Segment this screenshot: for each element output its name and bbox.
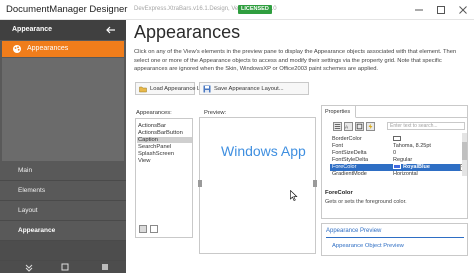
list-item[interactable]: View	[138, 158, 150, 164]
page-description: Click on any of the View's elements in t…	[134, 49, 457, 72]
property-row-selected[interactable]: ForeColor RoyalBlue	[330, 164, 467, 171]
property-name: ForeColor	[332, 164, 357, 170]
maximize-icon[interactable]	[434, 3, 448, 17]
select-all-icon[interactable]	[139, 225, 147, 233]
preview-right-handle	[313, 180, 317, 187]
save-layout-label: Save Appearance Layout...	[214, 86, 284, 92]
list-item[interactable]: SplashScreen	[138, 151, 174, 157]
minimize-icon[interactable]	[412, 3, 426, 17]
svg-text:A: A	[345, 124, 349, 129]
page-title: Appearances	[134, 22, 241, 42]
preview-left-handle	[198, 180, 202, 187]
appearance-preview-divider	[326, 237, 464, 238]
appearances-list-label: Appearances:	[136, 110, 172, 116]
categorized-icon[interactable]	[333, 122, 342, 131]
list-item[interactable]: ActionsBarButton	[138, 130, 183, 136]
nav-spacer	[0, 241, 126, 261]
save-layout-button[interactable]: Save Appearance Layout...	[199, 82, 309, 95]
back-arrow-icon[interactable]	[104, 23, 118, 37]
tab-divider	[356, 117, 468, 118]
sort-az-icon[interactable]: A	[344, 122, 353, 131]
save-icon	[203, 85, 211, 93]
navigation-option-icon[interactable]	[100, 262, 110, 272]
property-name: GradientMode	[332, 171, 367, 177]
property-row[interactable]: FontStyleDelta Regular	[330, 157, 460, 164]
property-row[interactable]: GradientMode Horizontal	[330, 171, 460, 178]
navigation-panel: Appearance Appearances Main Elements Lay…	[0, 20, 126, 273]
events-icon[interactable]	[366, 122, 375, 131]
tab-properties[interactable]: Properties	[322, 106, 356, 118]
property-value[interactable]: Horizontal	[393, 171, 418, 177]
list-item[interactable]: SearchPanel	[138, 144, 171, 150]
navigation-header: Appearance	[0, 20, 126, 40]
appearance-preview-title: Appearance Preview	[326, 228, 382, 234]
property-value[interactable]: RoyalBlue	[393, 164, 430, 170]
property-value[interactable]: Regular	[393, 157, 412, 163]
close-icon[interactable]	[456, 3, 470, 17]
property-description-title: ForeColor	[325, 190, 353, 196]
nav-section-elements-label: Elements	[18, 187, 46, 194]
property-name: Font	[332, 143, 344, 149]
mouse-cursor-icon	[290, 189, 298, 201]
property-name: FontSizeDelta	[332, 150, 367, 156]
property-scrollbar[interactable]	[462, 133, 467, 176]
color-swatch	[393, 164, 401, 170]
property-name: FontStyleDelta	[332, 157, 369, 163]
navigation-option-icon[interactable]	[60, 262, 70, 272]
list-item[interactable]: ActionsBar	[138, 123, 166, 129]
property-description: Gets or sets the foreground color.	[325, 199, 407, 205]
nav-section-appearance-label: Appearance	[18, 227, 56, 234]
window-title: DocumentManager Designer	[6, 4, 128, 15]
nav-section-appearance[interactable]: Appearance	[0, 221, 126, 241]
property-row[interactable]: Font Tahoma, 8.25pt	[330, 143, 460, 150]
property-value[interactable]: 0	[393, 150, 396, 156]
nav-section-elements[interactable]: Elements	[0, 181, 126, 201]
property-grid: Properties A Enter text to search... Bor…	[321, 105, 468, 219]
appearances-list[interactable]: ActionsBar ActionsBarButton Caption Sear…	[135, 118, 193, 238]
nav-section-layout[interactable]: Layout	[0, 201, 126, 221]
property-search-input[interactable]: Enter text to search...	[387, 122, 465, 130]
preview-caption[interactable]: Windows App	[221, 143, 306, 159]
list-item-selected[interactable]: Caption	[137, 137, 192, 143]
color-swatch	[393, 136, 401, 142]
navigation-header-label: Appearance	[12, 26, 53, 33]
nav-section-main[interactable]: Main	[0, 161, 126, 181]
property-name: BorderColor	[332, 136, 362, 142]
title-bar: DocumentManager Designer DevExpress.Xtra…	[0, 0, 474, 20]
nav-item-appearances[interactable]: Appearances	[2, 41, 124, 57]
overflow-icon[interactable]	[24, 262, 34, 272]
nav-section-layout-label: Layout	[18, 207, 38, 214]
folder-open-icon	[139, 85, 147, 93]
property-value[interactable]: Tahoma, 8.25pt	[393, 143, 431, 149]
property-scrollbar-thumb[interactable]	[462, 142, 467, 160]
navigation-body	[2, 58, 124, 178]
nav-section-main-label: Main	[18, 167, 33, 174]
tab-properties-label: Properties	[325, 109, 351, 115]
property-row[interactable]: FontSizeDelta 0	[330, 150, 460, 157]
palette-icon	[12, 44, 22, 54]
deselect-icon[interactable]	[150, 225, 158, 233]
list-footer	[137, 225, 177, 235]
preview-pane[interactable]: Windows App	[198, 117, 317, 254]
property-pages-icon[interactable]	[355, 122, 364, 131]
navigation-footer	[0, 261, 126, 273]
nav-item-appearances-label: Appearances	[27, 45, 69, 52]
property-value[interactable]	[393, 136, 403, 142]
preview-label: Preview:	[204, 110, 227, 116]
load-layout-button[interactable]: Load Appearance Layout...	[135, 82, 219, 95]
license-badge: LICENSED	[238, 5, 272, 14]
appearance-preview-panel: Appearance Preview Appearance Object Pre…	[321, 223, 468, 256]
property-row[interactable]: BorderColor	[330, 136, 460, 143]
appearance-preview-link[interactable]: Appearance Object Preview	[332, 243, 404, 249]
